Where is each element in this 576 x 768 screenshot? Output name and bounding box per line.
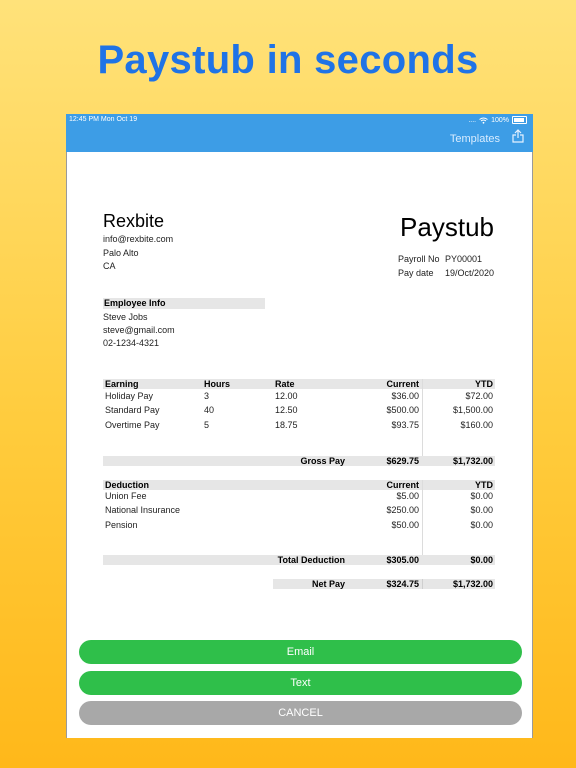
rate-column-header: Rate <box>275 379 295 389</box>
payroll-number-value: PY00001 <box>445 254 483 264</box>
status-indicators: .... 100% <box>468 116 527 124</box>
deduction-current-header: Current <box>386 480 419 490</box>
payroll-number: Payroll No PY00001 <box>398 254 482 264</box>
total-deduction-current: $305.00 <box>386 555 419 565</box>
text-button[interactable]: Text <box>79 671 522 695</box>
deduction-name: National Insurance <box>105 505 181 515</box>
net-pay-ytd: $1,732.00 <box>452 579 493 589</box>
earning-name: Standard Pay <box>105 405 160 415</box>
net-pay-label: Net Pay <box>311 579 345 589</box>
deduction-name: Pension <box>105 520 138 530</box>
headline: Paystub in seconds <box>97 38 479 82</box>
pay-date-value: 19/Oct/2020 <box>445 268 495 278</box>
gross-pay-current: $629.75 <box>386 456 419 466</box>
pay-date: Pay date 19/Oct/2020 <box>398 268 494 278</box>
earning-name: Holiday Pay <box>105 391 154 401</box>
navigation-bar: 12:45 PM Mon Oct 19 .... 100% Templates <box>66 114 533 152</box>
company-state: CA <box>103 261 116 271</box>
ytd-column-header: YTD <box>475 379 493 389</box>
signal-icon: .... <box>468 116 477 124</box>
deduction-name: Union Fee <box>105 491 147 501</box>
app-screen: 12:45 PM Mon Oct 19 .... 100% Templates … <box>66 114 533 738</box>
payroll-number-label: Payroll No <box>398 254 440 264</box>
earning-hours: 3 <box>204 391 210 401</box>
earning-rate: 12.00 <box>275 391 298 401</box>
battery-icon <box>512 116 527 124</box>
employee-email: steve@gmail.com <box>103 325 175 335</box>
earning-rate: 18.75 <box>275 420 298 430</box>
column-divider <box>422 579 423 589</box>
deduction-ytd: $0.00 <box>470 491 493 501</box>
employee-name: Steve Jobs <box>103 312 148 322</box>
total-deduction-ytd: $0.00 <box>470 555 493 565</box>
battery-percent: 100% <box>491 116 509 124</box>
share-icon[interactable] <box>512 129 524 143</box>
gross-pay-ytd: $1,732.00 <box>452 456 493 466</box>
company-email: info@rexbite.com <box>103 234 174 244</box>
email-button[interactable]: Email <box>79 640 522 664</box>
wifi-icon <box>479 117 488 124</box>
pay-date-label: Pay date <box>398 268 434 278</box>
earning-ytd: $72.00 <box>465 391 493 401</box>
employee-phone: 02-1234-4321 <box>103 338 160 348</box>
earning-rate: 12.50 <box>275 405 298 415</box>
gross-pay-label: Gross Pay <box>300 456 345 466</box>
company-city: Palo Alto <box>103 248 139 258</box>
earning-current: $93.75 <box>391 420 419 430</box>
paystub-title: Paystub <box>400 212 494 242</box>
earning-hours: 5 <box>204 420 210 430</box>
deduction-ytd: $0.00 <box>470 505 493 515</box>
earning-current: $500.00 <box>386 405 419 415</box>
column-divider <box>422 480 423 559</box>
earning-current: $36.00 <box>391 391 419 401</box>
deduction-current: $5.00 <box>396 491 419 501</box>
company-name: Rexbite <box>103 211 165 231</box>
deduction-ytd: $0.00 <box>470 520 493 530</box>
earning-name: Overtime Pay <box>105 420 160 430</box>
deduction-current: $50.00 <box>391 520 419 530</box>
templates-button[interactable]: Templates <box>450 133 500 145</box>
deduction-current: $250.00 <box>386 505 419 515</box>
earning-ytd: $160.00 <box>460 420 493 430</box>
current-column-header: Current <box>386 379 419 389</box>
paystub-document: Rexbite info@rexbite.com Palo Alto CA Pa… <box>66 152 533 738</box>
column-divider <box>422 379 423 460</box>
net-pay-current: $324.75 <box>386 579 419 589</box>
earning-hours: 40 <box>204 405 215 415</box>
earning-column-header: Earning <box>105 379 139 389</box>
earning-ytd: $1,500.00 <box>452 405 493 415</box>
employee-info-header: Employee Info <box>103 298 265 309</box>
hours-column-header: Hours <box>204 379 231 389</box>
total-deduction-label: Total Deduction <box>277 555 345 565</box>
status-time: 12:45 PM Mon Oct 19 <box>69 116 138 123</box>
deduction-column-header: Deduction <box>105 480 149 490</box>
cancel-button[interactable]: CANCEL <box>79 701 522 725</box>
deduction-ytd-header: YTD <box>475 480 493 490</box>
